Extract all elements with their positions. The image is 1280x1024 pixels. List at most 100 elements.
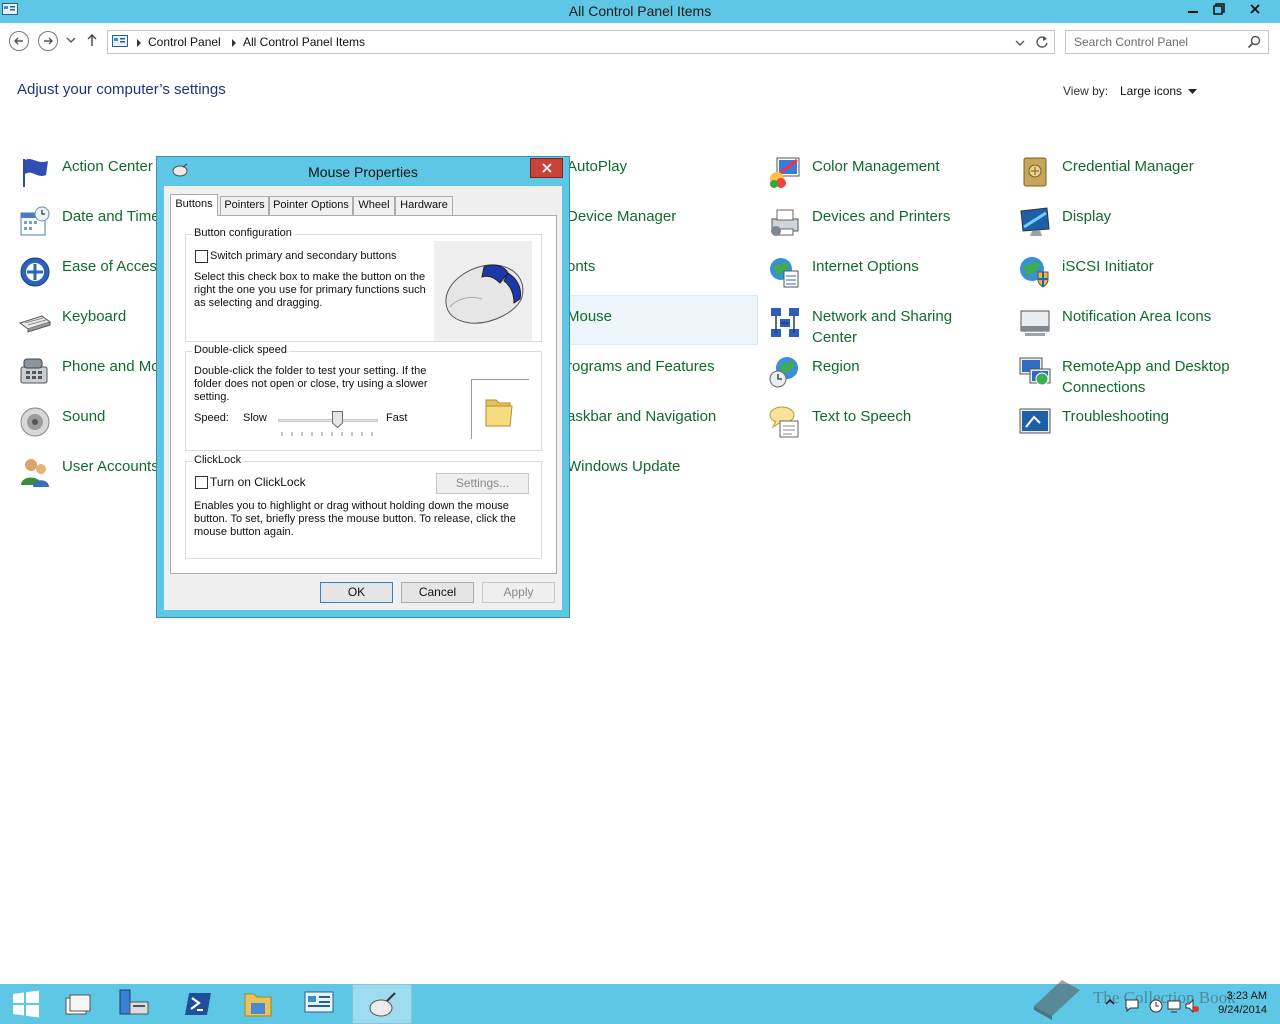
view-by-dropdown[interactable]: Large icons — [1120, 84, 1182, 98]
tab-pointers[interactable]: Pointers — [220, 196, 269, 215]
button-config-desc-2: right the one you use for primary functi… — [194, 284, 426, 296]
button-configuration-group: Button configuration Switch primary and … — [185, 227, 542, 342]
switch-buttons-label[interactable]: Switch primary and secondary buttons — [210, 250, 396, 263]
slider-ticks — [281, 432, 373, 436]
network-icon — [771, 308, 799, 337]
clicklock-settings-button[interactable]: Settings... — [436, 473, 529, 494]
folder-icon — [485, 399, 513, 427]
tab-buttons[interactable]: Buttons — [170, 194, 218, 216]
item-label: Credential Manager — [1062, 158, 1194, 175]
ease-of-access-icon — [20, 257, 50, 287]
taskbar-mouse-properties[interactable] — [352, 984, 412, 1024]
minimize-button[interactable] — [1179, 0, 1207, 21]
keyboard-icon — [18, 315, 52, 333]
taskbar-control-panel[interactable] — [290, 984, 350, 1024]
ok-button[interactable]: OK — [320, 582, 393, 603]
close-window-button[interactable] — [1233, 0, 1277, 21]
globe-clock-icon — [769, 357, 798, 388]
search-icon[interactable] — [1247, 35, 1261, 49]
up-arrow-icon[interactable] — [86, 33, 98, 47]
item-label: Troubleshooting — [1062, 408, 1170, 425]
control-panel-icon — [304, 991, 334, 1013]
item-label: Region — [812, 358, 860, 375]
slow-label: Slow — [243, 412, 267, 424]
dialog-close-button[interactable] — [530, 158, 563, 178]
restore-button[interactable] — [1205, 0, 1233, 21]
mouse-illustration — [434, 241, 532, 341]
taskbar-file-explorer[interactable] — [228, 984, 288, 1024]
clicklock-desc-1: Enables you to highlight or drag without… — [194, 500, 509, 512]
clock-time: 3:23 AM — [1226, 990, 1267, 1002]
back-arrow-icon — [14, 37, 23, 45]
monitor-icon — [1020, 207, 1050, 236]
book-logo-icon — [1034, 980, 1080, 1020]
forward-button[interactable] — [38, 31, 58, 51]
tab-pointer-options[interactable]: Pointer Options — [269, 196, 353, 215]
breadcrumb-separator-icon[interactable] — [231, 39, 237, 47]
item-label: Date and Time — [62, 208, 160, 225]
test-folder-area[interactable] — [471, 379, 529, 439]
network-tray-icon[interactable] — [1166, 998, 1182, 1014]
action-center-flag-icon[interactable] — [1124, 998, 1140, 1014]
dialog-body: Buttons Pointers Pointer Options Wheel H… — [164, 186, 562, 610]
volume-muted-icon[interactable] — [1184, 998, 1200, 1014]
clock-tray-icon[interactable] — [1148, 998, 1164, 1014]
address-bar[interactable]: Control Panel All Control Panel Items — [107, 30, 1055, 54]
globe-checklist-icon — [770, 258, 799, 288]
clicklock-label[interactable]: Turn on ClickLock — [210, 476, 306, 489]
tab-wheel[interactable]: Wheel — [353, 196, 395, 215]
troubleshooting-icon — [1019, 408, 1051, 434]
item-label: Keyboard — [62, 308, 127, 325]
powershell-icon — [185, 993, 211, 1015]
item-label: Ease of Access — [62, 258, 165, 275]
breadcrumb-all-items[interactable]: All Control Panel Items — [243, 35, 365, 49]
search-input[interactable] — [1066, 31, 1246, 53]
vault-icon — [1023, 157, 1047, 187]
show-hidden-icons-icon[interactable] — [1105, 998, 1115, 1006]
flag-icon — [23, 158, 48, 187]
double-click-desc-1: Double-click the folder to test your set… — [194, 365, 427, 377]
double-click-speed-group: Double-click speed Double-click the fold… — [185, 344, 542, 451]
dropdown-caret-icon[interactable] — [1188, 89, 1197, 95]
search-box[interactable] — [1065, 30, 1269, 54]
mouse-image-icon — [445, 264, 524, 324]
taskbar-explorer-window[interactable] — [48, 984, 108, 1024]
breadcrumb-separator-icon[interactable] — [136, 39, 142, 47]
item-label: iSCSI Initiator — [1062, 258, 1154, 275]
recent-locations-icon[interactable] — [66, 36, 76, 44]
address-dropdown-icon[interactable] — [1015, 39, 1025, 47]
taskbar-server-manager[interactable] — [108, 984, 168, 1024]
taskbar-powershell[interactable] — [168, 984, 228, 1024]
mouse-icon — [369, 992, 396, 1017]
users-icon — [21, 459, 49, 487]
item-label: Devices and Printers — [812, 208, 951, 225]
item-label: Action Center — [62, 158, 153, 175]
item-label: rograms and Features — [567, 358, 715, 375]
tab-hardware[interactable]: Hardware — [395, 196, 453, 215]
speed-slider-track[interactable] — [278, 419, 378, 422]
item-label: Windows Update — [567, 458, 681, 475]
clock-date: 9/24/2014 — [1218, 1004, 1267, 1016]
speed-slider-thumb[interactable] — [332, 411, 343, 428]
switch-buttons-checkbox[interactable] — [195, 250, 208, 263]
item-label-line2: Connections — [1062, 379, 1146, 396]
item-label: Display — [1062, 208, 1112, 225]
button-config-desc-3: as selecting and dragging. — [194, 297, 323, 309]
minimize-icon — [1188, 11, 1198, 13]
taskbar-clock[interactable]: 3:23 AM 9/24/2014 — [1205, 989, 1267, 1017]
breadcrumb-control-panel[interactable]: Control Panel — [148, 35, 221, 49]
refresh-icon[interactable] — [1035, 35, 1049, 49]
color-management-icon — [770, 157, 800, 188]
clicklock-desc-3: mouse button again. — [194, 526, 294, 538]
item-label: Phone and Mo — [62, 358, 160, 375]
cancel-button[interactable]: Cancel — [401, 582, 474, 603]
remote-desktop-icon — [1019, 357, 1051, 386]
phone-icon — [20, 358, 48, 384]
item-label: Network and Sharing — [812, 308, 953, 325]
clicklock-checkbox[interactable] — [195, 476, 208, 489]
item-label: Mouse — [567, 308, 613, 325]
back-button[interactable] — [9, 31, 29, 51]
apply-button[interactable]: Apply — [482, 582, 555, 603]
window-title: All Control Panel Items — [568, 3, 712, 19]
window-icon — [65, 994, 91, 1015]
